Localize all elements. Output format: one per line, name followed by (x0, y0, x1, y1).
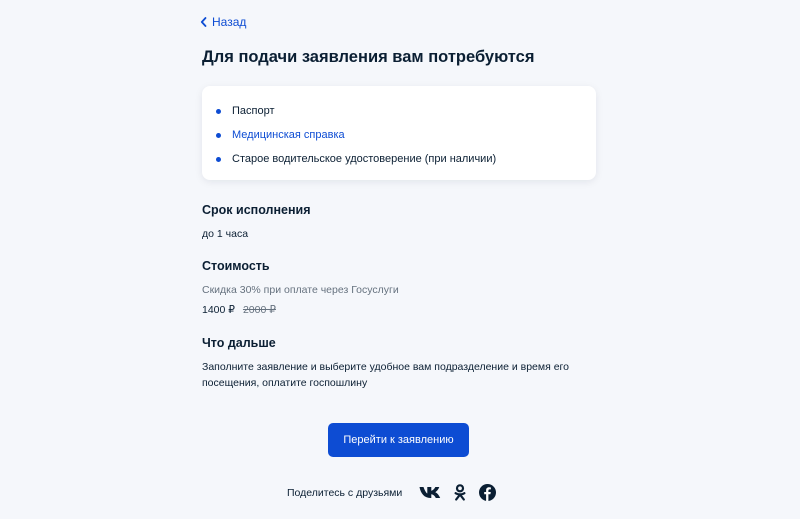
odnoklassniki-icon[interactable] (454, 484, 466, 501)
share-bar: Поделитесь с друзьями (287, 484, 497, 501)
old-price: 2000 ₽ (242, 304, 276, 316)
next-steps-heading: Что дальше (202, 336, 276, 350)
cost-discount: Скидка 30% при оплате через Госуслуги (202, 284, 399, 296)
facebook-icon[interactable] (479, 484, 497, 501)
price-row: 1400 ₽ 2000 ₽ (202, 302, 276, 318)
document-old-license: Старое водительское удостоверение (при н… (232, 153, 497, 165)
bullet-icon (216, 108, 221, 114)
vk-icon[interactable] (419, 486, 441, 499)
cost-heading: Стоимость (202, 259, 270, 273)
page-title: Для подачи заявления вам потребуются (202, 48, 535, 66)
list-item: Медицинская справка (216, 123, 596, 147)
next-steps-text: Заполните заявление и выберите удобное в… (202, 361, 569, 389)
document-medical-certificate-link[interactable]: Медицинская справка (232, 129, 345, 141)
chevron-left-icon (200, 17, 207, 27)
required-documents-card: Паспорт Медицинская справка Старое водит… (202, 86, 596, 180)
documents-list: Паспорт Медицинская справка Старое водит… (202, 86, 596, 171)
list-item: Старое водительское удостоверение (при н… (216, 147, 596, 171)
back-link[interactable]: Назад (200, 15, 246, 29)
back-link-label: Назад (212, 15, 247, 29)
go-to-application-button[interactable]: Перейти к заявлению (328, 423, 469, 457)
current-price: 1400 ₽ (202, 304, 235, 316)
bullet-icon (216, 132, 221, 138)
document-passport: Паспорт (232, 105, 275, 117)
share-label: Поделитесь с друзьями (287, 486, 403, 499)
term-heading: Срок исполнения (202, 203, 311, 217)
term-value: до 1 часа (202, 228, 249, 240)
bullet-icon (216, 156, 221, 162)
list-item: Паспорт (216, 99, 596, 123)
